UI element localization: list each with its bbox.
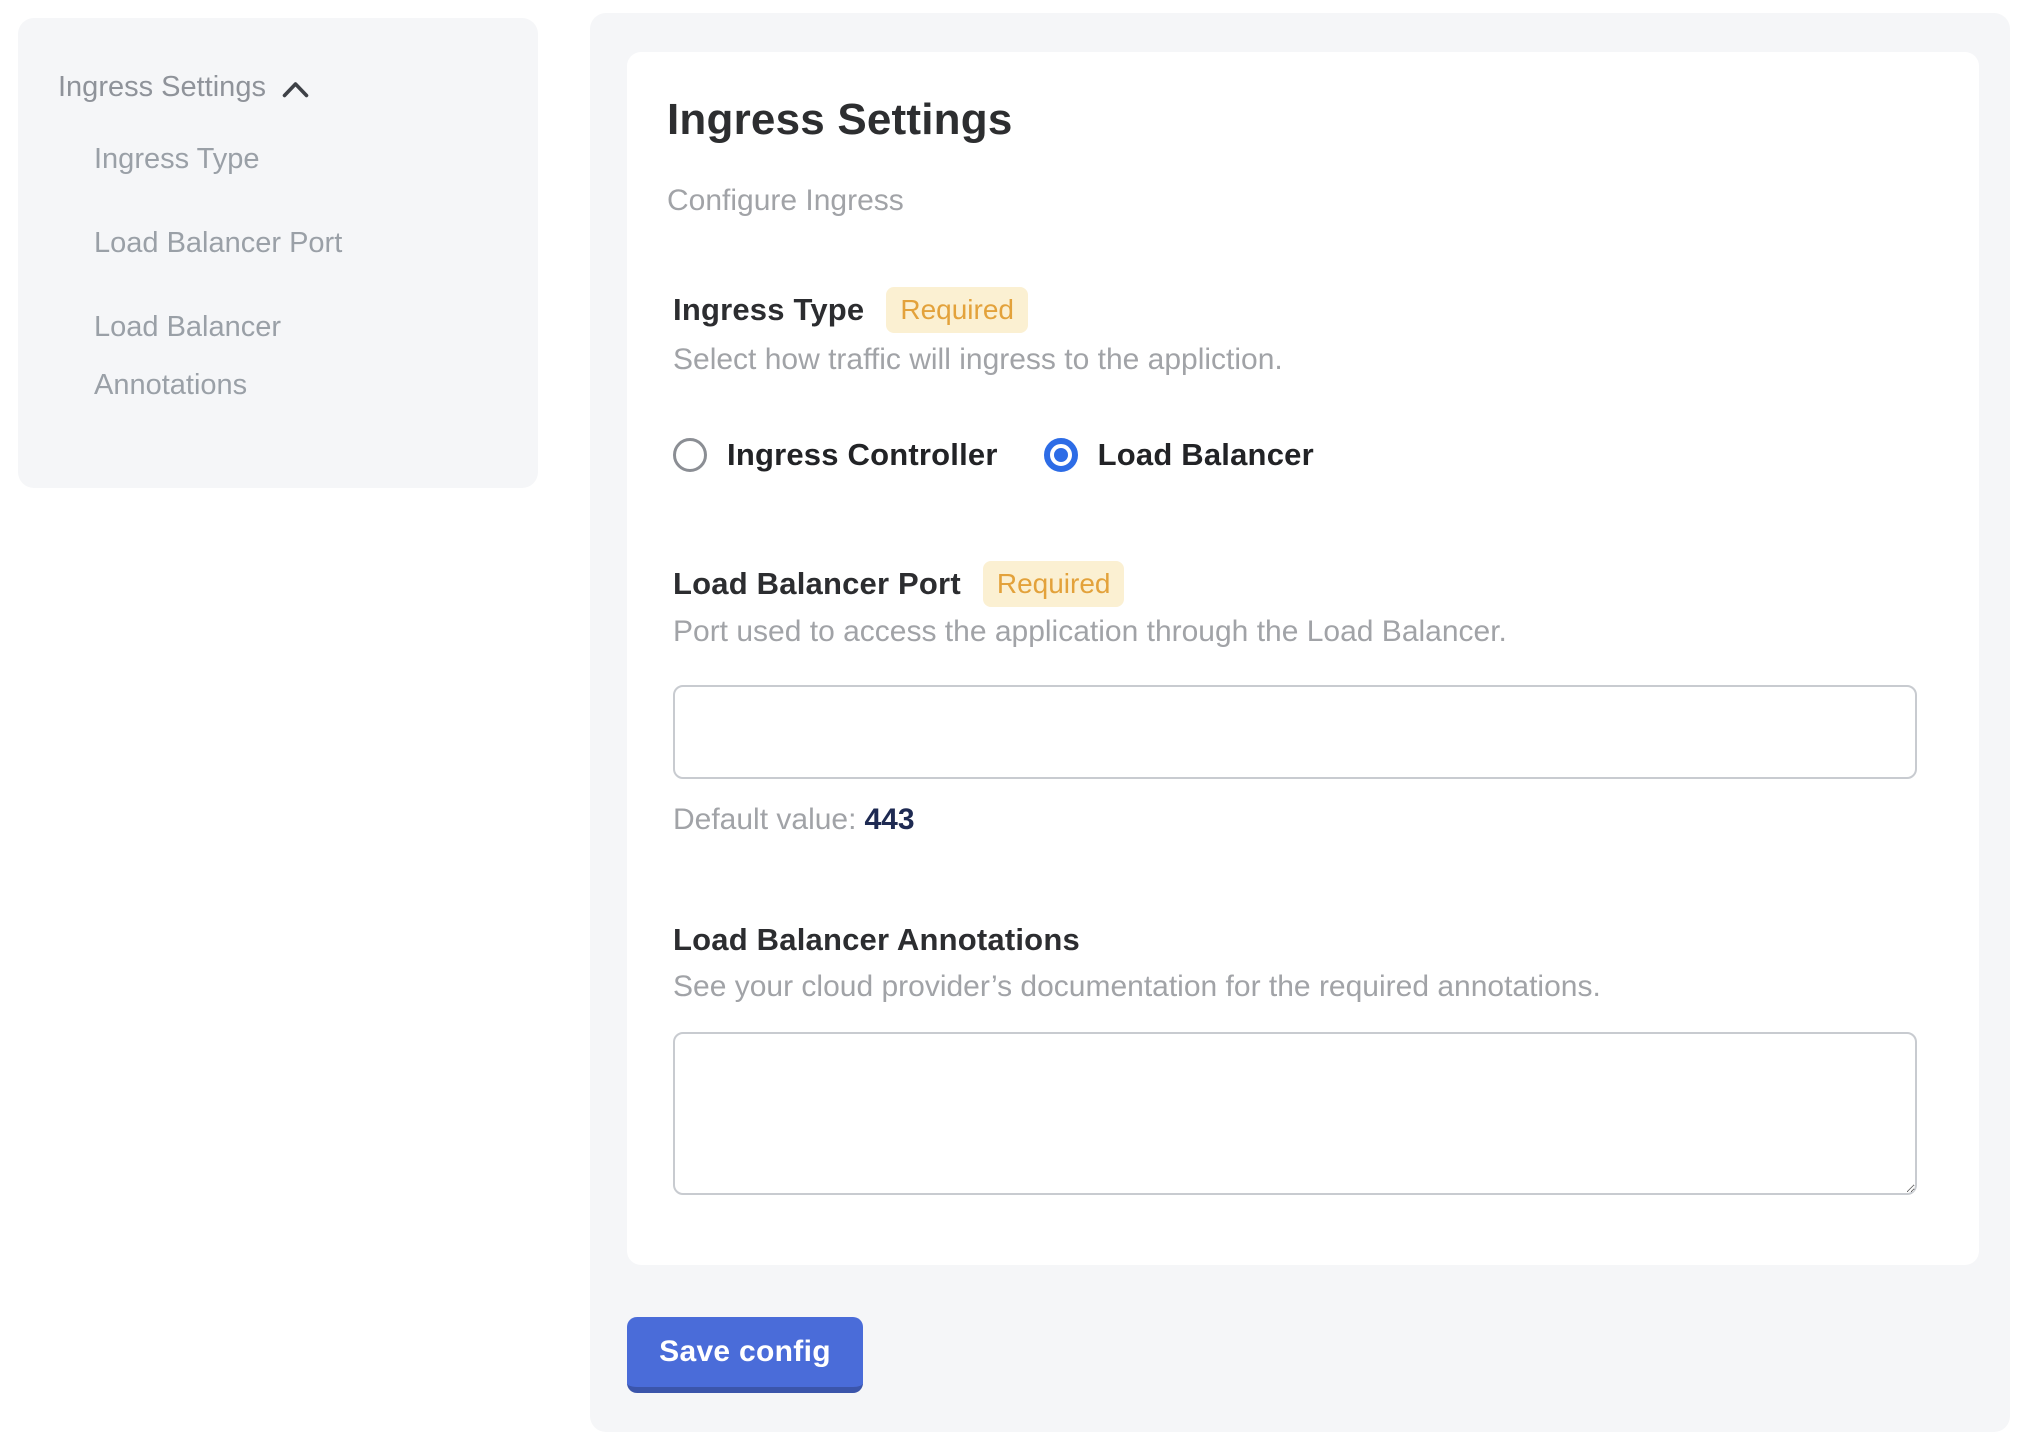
load-balancer-port-input[interactable]	[673, 685, 1917, 779]
ingress-controller-radio[interactable]	[673, 438, 707, 472]
sidebar-section-toggle[interactable]: Ingress Settings	[58, 70, 508, 104]
ingress-type-section: Ingress Type Required Select how traffic…	[673, 287, 1917, 474]
sidebar-item-load-balancer-annotations[interactable]: Load Balancer Annotations	[94, 298, 414, 414]
load-balancer-port-label: Load Balancer Port	[673, 566, 961, 602]
load-balancer-annotations-textarea[interactable]	[673, 1032, 1917, 1195]
chevron-up-icon	[282, 77, 309, 98]
sidebar-section-label: Ingress Settings	[58, 70, 266, 104]
load-balancer-annotations-description: See your cloud provider’s documentation …	[673, 968, 1917, 1005]
ingress-controller-label: Ingress Controller	[727, 437, 998, 473]
default-value-row: Default value:443	[673, 801, 1917, 838]
ingress-type-label: Ingress Type	[673, 292, 864, 328]
required-badge: Required	[983, 561, 1125, 607]
default-value-label: Default value:	[673, 803, 856, 836]
main-panel: Ingress Settings Configure Ingress Ingre…	[590, 13, 2010, 1432]
default-value: 443	[864, 803, 914, 836]
load-balancer-port-description: Port used to access the application thro…	[673, 613, 1917, 650]
ingress-controller-option[interactable]: Ingress Controller	[673, 437, 998, 473]
load-balancer-radio[interactable]	[1044, 438, 1078, 472]
page-title: Ingress Settings	[667, 93, 1917, 146]
settings-sidebar: Ingress Settings Ingress Type Load Balan…	[18, 18, 538, 488]
ingress-type-radio-group: Ingress Controller Load Balancer	[673, 436, 1917, 474]
ingress-type-description: Select how traffic will ingress to the a…	[673, 341, 1917, 378]
load-balancer-option[interactable]: Load Balancer	[1044, 437, 1314, 473]
sidebar-item-list: Ingress Type Load Balancer Port Load Bal…	[94, 130, 508, 414]
load-balancer-port-section: Load Balancer Port Required Port used to…	[673, 561, 1917, 838]
sidebar-item-ingress-type[interactable]: Ingress Type	[94, 130, 414, 188]
page-subtitle: Configure Ingress	[667, 182, 1917, 219]
sidebar-item-load-balancer-port[interactable]: Load Balancer Port	[94, 214, 414, 272]
load-balancer-annotations-label: Load Balancer Annotations	[673, 920, 1917, 959]
save-config-button[interactable]: Save config	[627, 1317, 863, 1393]
ingress-settings-card: Ingress Settings Configure Ingress Ingre…	[627, 52, 1979, 1265]
required-badge: Required	[886, 287, 1028, 333]
load-balancer-annotations-section: Load Balancer Annotations See your cloud…	[673, 920, 1917, 1195]
load-balancer-label: Load Balancer	[1098, 437, 1314, 473]
